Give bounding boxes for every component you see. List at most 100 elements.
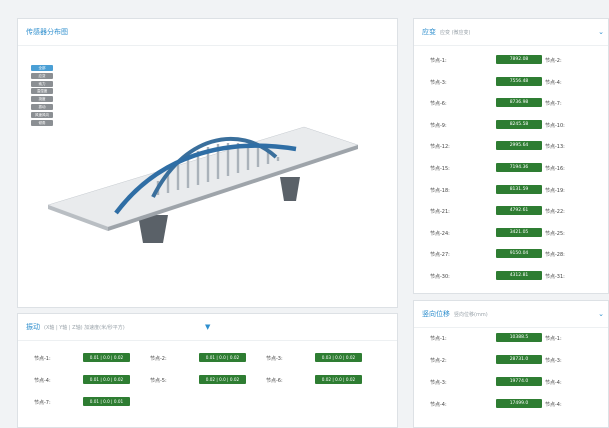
acceleration-cell: 节点-6: 0.02 | 0.0 | 0.02: [266, 375, 366, 385]
node-row: 节点-9: 8245.58 节点-10:: [414, 119, 608, 130]
acceleration-cell: 节点-7: 0.01 | 0.0 | 0.01: [34, 397, 134, 407]
sensor-panel-title: 传感器分布图: [26, 28, 68, 36]
strain-panel-header: 应变 应变 (微应变) ⌄: [414, 19, 608, 46]
node-value-badge: 8131.59: [496, 184, 542, 194]
bridge-deck-top: [47, 126, 359, 228]
node-label: 节点-15:: [430, 166, 450, 172]
strain-panel-title: 应变: [422, 28, 436, 36]
node-label: 节点-12:: [430, 144, 450, 151]
node-label: 节点-27:: [430, 252, 450, 259]
node-label: 节点-22:: [545, 209, 565, 216]
node-value-badge: 0.02 | 0.0 | 0.02: [199, 375, 246, 384]
node-label: 节点-1:: [430, 58, 447, 64]
acceleration-panel-title: 振动: [26, 323, 40, 331]
node-value-badge: 0.03 | 0.0 | 0.02: [315, 353, 362, 362]
acceleration-panel-subtitle: (X轴 | Y轴 | Z轴) 加速度(米/秒平方): [44, 325, 125, 331]
node-label: 节点-3:: [545, 358, 562, 364]
displacement-panel-header: 竖向位移 竖向位移(mm) ⌄: [414, 301, 608, 328]
node-row: 节点-18: 8131.59 节点-19:: [414, 184, 608, 195]
node-label: 节点-6:: [266, 378, 283, 384]
node-value-badge: 8245.58: [496, 119, 542, 129]
node-label: 节点-7:: [545, 101, 562, 108]
node-label: 节点-24:: [430, 230, 450, 237]
node-label: 节点-4:: [430, 402, 447, 408]
node-value-badge: 2995.64: [496, 141, 542, 151]
node-value-badge: 17499.0: [496, 399, 542, 408]
node-label: 节点-5:: [150, 378, 167, 384]
node-value-badge: 10388.5: [496, 333, 542, 342]
chevron-down-icon[interactable]: ⌄: [598, 301, 604, 327]
acceleration-cell: 节点-1: 0.01 | 0.0 | 0.02: [34, 353, 134, 363]
chevron-down-icon[interactable]: ⌄: [598, 19, 604, 45]
node-row: 节点-1: 10388.5 节点-1:: [414, 333, 608, 343]
node-row: 节点-6: 8736.98 节点-7:: [414, 98, 608, 108]
node-label: 节点-7:: [34, 400, 51, 406]
chevron-down-icon[interactable]: ▼: [205, 314, 210, 340]
acceleration-cell: 节点-4: 0.01 | 0.0 | 0.02: [34, 375, 134, 385]
node-label: 节点-19:: [545, 187, 565, 194]
bridge-pier-right: [280, 177, 300, 201]
node-row: 节点-1: 7892.08 节点-2:: [414, 55, 608, 65]
sensor-distribution-panel: 传感器分布图 全部 应变 索力 温湿度 挠度 振动 风速风向 倾角: [17, 18, 398, 308]
displacement-panel-title: 竖向位移: [422, 310, 450, 318]
node-label: 节点-10:: [545, 122, 565, 129]
node-label: 节点-2:: [150, 356, 167, 362]
node-value-badge: 19774.0: [496, 377, 542, 386]
node-value-badge: 0.01 | 0.0 | 0.01: [83, 397, 130, 406]
node-label: 节点-4:: [545, 79, 562, 86]
node-value-badge: 28731.0: [496, 355, 542, 364]
node-label: 节点-13:: [545, 144, 565, 151]
node-row: 节点-30: 4312.81 节点-31:: [414, 271, 608, 281]
node-label: 节点-18:: [430, 187, 450, 194]
node-row: 节点-4: 17499.0 节点-4:: [414, 399, 608, 409]
node-label: 节点-4:: [34, 378, 51, 384]
node-label: 节点-3:: [430, 380, 447, 386]
node-value-badge: 0.01 | 0.0 | 0.02: [83, 375, 130, 384]
node-value-badge: 7892.08: [496, 55, 542, 64]
node-row: 节点-3: 19774.0 节点-4:: [414, 377, 608, 387]
node-row: 节点-21: 4792.61 节点-22:: [414, 206, 608, 216]
node-label: 节点-6:: [430, 101, 447, 108]
displacement-panel-subtitle: 竖向位移(mm): [454, 312, 488, 318]
node-label: 节点-28:: [545, 252, 565, 259]
node-value-badge: 4792.61: [496, 206, 542, 216]
node-label: 节点-1:: [430, 336, 447, 342]
node-label: 节点-1:: [545, 336, 562, 342]
node-value-badge: 7556.48: [496, 76, 542, 86]
sensor-panel-header: 传感器分布图: [18, 19, 397, 46]
node-row: 节点-27: 9150.04 节点-28:: [414, 249, 608, 259]
acceleration-panel-header: 振动 (X轴 | Y轴 | Z轴) 加速度(米/秒平方) ▼: [18, 314, 397, 341]
node-label: 节点-4:: [545, 380, 562, 386]
node-value-badge: 9150.04: [496, 249, 542, 259]
node-value-badge: 0.02 | 0.0 | 0.02: [315, 375, 362, 384]
node-row: 节点-2: 28731.0 节点-3:: [414, 355, 608, 365]
node-value-badge: 0.01 | 0.0 | 0.02: [83, 353, 130, 362]
node-label: 节点-25:: [545, 230, 565, 237]
acceleration-panel: 振动 (X轴 | Y轴 | Z轴) 加速度(米/秒平方) ▼ 节点-1: 0.01 …: [17, 313, 398, 428]
node-row: 节点-15: 7194.36 节点-16:: [414, 163, 608, 173]
node-row: 节点-3: 7556.48 节点-4:: [414, 76, 608, 87]
node-row: 节点-24: 3421.05 节点-25:: [414, 227, 608, 238]
node-value-badge: 8736.98: [496, 98, 542, 108]
acceleration-cell: 节点-5: 0.02 | 0.0 | 0.02: [150, 375, 250, 385]
node-label: 节点-2:: [430, 358, 447, 364]
node-label: 节点-21:: [430, 209, 450, 216]
node-label: 节点-16:: [545, 166, 565, 172]
vertical-displacement-panel: 竖向位移 竖向位移(mm) ⌄ 节点-1: 10388.5 节点-1: 节点-2: 287…: [413, 300, 609, 428]
node-value-badge: 4312.81: [496, 271, 542, 280]
bridge-3d-model[interactable]: [18, 45, 397, 307]
node-label: 节点-31:: [545, 274, 565, 280]
node-label: 节点-9:: [430, 122, 447, 129]
strain-panel-subtitle: 应变 (微应变): [440, 30, 471, 36]
node-label: 节点-3:: [266, 356, 283, 362]
node-row: 节点-12: 2995.64 节点-13:: [414, 141, 608, 151]
acceleration-cell: 节点-3: 0.03 | 0.0 | 0.02: [266, 353, 366, 363]
node-value-badge: 0.01 | 0.0 | 0.02: [199, 353, 246, 362]
node-label: 节点-4:: [545, 402, 562, 408]
strain-panel: 应变 应变 (微应变) ⌄ 节点-1: 7892.08 节点-2: 节点-3: 7556.…: [413, 18, 609, 294]
node-label: 节点-1:: [34, 356, 51, 362]
node-label: 节点-2:: [545, 58, 562, 64]
node-value-badge: 3421.05: [496, 227, 542, 237]
node-label: 节点-30:: [430, 274, 450, 280]
acceleration-cell: 节点-2: 0.01 | 0.0 | 0.02: [150, 353, 250, 363]
